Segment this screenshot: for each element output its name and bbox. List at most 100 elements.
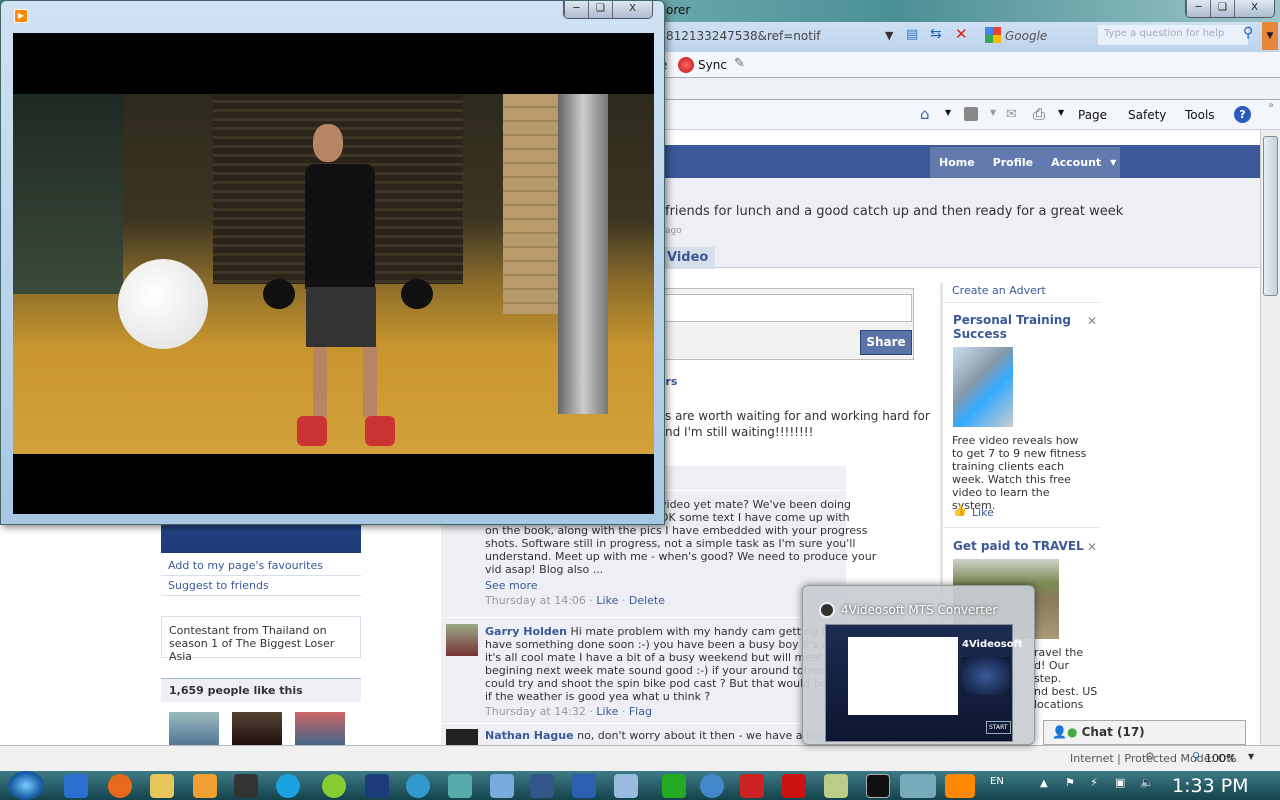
- zoom-icon[interactable]: ⚲: [1192, 750, 1200, 763]
- sync-button[interactable]: Sync: [698, 58, 727, 72]
- commenter-avatar[interactable]: [446, 624, 478, 656]
- help-icon[interactable]: ?: [1234, 106, 1251, 123]
- zoom-level[interactable]: 100%: [1205, 752, 1236, 765]
- likes-count[interactable]: 1,659 people like this: [161, 678, 361, 702]
- power-icon[interactable]: ⚡: [1090, 776, 1098, 789]
- skype-green-taskbar-icon[interactable]: [322, 774, 346, 798]
- app-taskbar-icon[interactable]: [824, 774, 848, 798]
- home-dropdown-icon[interactable]: ▼: [945, 108, 951, 117]
- skype-taskbar-icon[interactable]: [276, 774, 300, 798]
- action-center-icon[interactable]: ⚑: [1065, 776, 1075, 789]
- composer-input[interactable]: [650, 294, 912, 322]
- nav-profile[interactable]: Profile: [984, 156, 1042, 169]
- ad-image[interactable]: [953, 347, 1013, 427]
- close-ad-icon[interactable]: ✕: [1087, 314, 1097, 328]
- clock[interactable]: 1:33 PM: [1172, 775, 1249, 797]
- home-icon[interactable]: ⌂: [920, 105, 930, 123]
- app-taskbar-icon[interactable]: [662, 774, 686, 798]
- mail-icon[interactable]: ✉: [1006, 107, 1017, 122]
- cmd-taskbar-icon[interactable]: [866, 774, 890, 798]
- preview-pane: [962, 657, 1010, 695]
- suggest-friends-link[interactable]: Suggest to friends: [168, 579, 269, 592]
- print-icon[interactable]: ⎙: [1033, 105, 1045, 123]
- account-dropdown-icon[interactable]: ▼: [1110, 158, 1116, 167]
- feeds-dropdown-icon[interactable]: ▼: [990, 108, 996, 117]
- vertical-scrollbar[interactable]: [1260, 130, 1280, 745]
- filezilla-taskbar-icon[interactable]: [782, 774, 806, 798]
- browser-window-controls: ─ ❑ X: [1185, 0, 1275, 18]
- fan-avatar[interactable]: [232, 712, 282, 745]
- app-taskbar-icon[interactable]: [490, 774, 514, 798]
- app-taskbar-icon[interactable]: [740, 774, 764, 798]
- fan-avatar[interactable]: [169, 712, 219, 745]
- security-icon[interactable]: ⚙: [1145, 750, 1155, 763]
- tray-expand-icon[interactable]: ▲: [1040, 778, 1048, 789]
- mts-converter-taskbar-icon[interactable]: [900, 774, 936, 798]
- stop-icon[interactable]: ✕: [955, 25, 968, 43]
- feeds-icon[interactable]: [964, 107, 978, 121]
- address-bar[interactable]: 812133247538&ref=notif: [666, 29, 821, 43]
- pen-icon[interactable]: ✎: [734, 56, 745, 71]
- flag-link[interactable]: Flag: [629, 705, 652, 718]
- volume-icon[interactable]: 🔈: [1140, 776, 1154, 789]
- taskbar-thumbnail-preview[interactable]: 4Videosoft MTS Converter 4Videosoft STAR…: [802, 585, 1035, 745]
- photoshop-taskbar-icon[interactable]: [365, 774, 389, 798]
- help-search-input[interactable]: Type a question for help: [1098, 25, 1248, 45]
- commenter-avatar[interactable]: [446, 729, 478, 745]
- dumbbell: [263, 279, 295, 309]
- word-taskbar-icon[interactable]: [572, 774, 596, 798]
- calculator-taskbar-icon[interactable]: [614, 774, 638, 798]
- scrollbar-thumb[interactable]: [1263, 136, 1278, 296]
- ie-taskbar-icon[interactable]: [64, 774, 88, 798]
- video-area[interactable]: [13, 33, 654, 514]
- search-icon[interactable]: ⚲: [1243, 25, 1253, 41]
- thumbs-up-icon[interactable]: 👍: [953, 504, 967, 517]
- share-button[interactable]: Share: [860, 330, 912, 355]
- media-player-taskbar-icon[interactable]: [945, 774, 975, 798]
- add-favourites-link[interactable]: Add to my page's favourites: [168, 559, 323, 572]
- maximize-button[interactable]: ❑: [588, 1, 612, 18]
- minimize-button[interactable]: ─: [564, 1, 588, 18]
- ad-title[interactable]: Get paid to TRAVEL: [953, 539, 1084, 553]
- language-indicator[interactable]: EN: [990, 776, 1004, 787]
- app-taskbar-icon[interactable]: [700, 774, 724, 798]
- nav-home[interactable]: Home: [930, 156, 984, 169]
- chat-bar[interactable]: 👤● Chat (17): [1043, 720, 1246, 745]
- app-taskbar-icon[interactable]: [448, 774, 472, 798]
- ad-like-link[interactable]: Like: [972, 506, 994, 519]
- firefox-taskbar-icon[interactable]: [108, 774, 132, 798]
- tools-menu[interactable]: Tools: [1185, 108, 1215, 122]
- start-button[interactable]: [8, 771, 44, 800]
- nav-account[interactable]: Account: [1042, 156, 1110, 169]
- minimize-button[interactable]: ─: [1186, 0, 1210, 17]
- network-icon[interactable]: ▣: [1115, 776, 1125, 789]
- chevron-more-icon[interactable]: »: [1268, 100, 1274, 111]
- app-taskbar-icon[interactable]: [530, 774, 554, 798]
- clock-app-taskbar-icon[interactable]: [193, 774, 217, 798]
- app-taskbar-icon[interactable]: [406, 774, 430, 798]
- commenter-name[interactable]: Nathan Hague: [485, 729, 574, 742]
- zoom-dropdown-icon[interactable]: ▼: [1248, 752, 1254, 761]
- explorer-taskbar-icon[interactable]: [150, 774, 174, 798]
- refresh-icon[interactable]: ⇆: [930, 26, 942, 42]
- fan-avatar[interactable]: [295, 712, 345, 745]
- close-ad-icon[interactable]: ✕: [1087, 540, 1097, 554]
- close-button[interactable]: X: [1234, 0, 1274, 17]
- safety-menu[interactable]: Safety: [1128, 108, 1166, 122]
- help-dropdown-icon[interactable]: ▼: [1262, 22, 1278, 50]
- search-engine-label[interactable]: Google: [1005, 29, 1047, 43]
- like-link[interactable]: Like: [596, 705, 618, 718]
- maximize-button[interactable]: ❑: [1210, 0, 1234, 17]
- like-link[interactable]: Like: [596, 594, 618, 607]
- ad-title[interactable]: Personal Training Success: [953, 313, 1073, 341]
- address-dropdown-icon[interactable]: ▼: [885, 29, 893, 42]
- print-dropdown-icon[interactable]: ▼: [1058, 108, 1064, 117]
- delete-link[interactable]: Delete: [629, 594, 665, 607]
- close-button[interactable]: X: [612, 1, 652, 18]
- create-advert-link[interactable]: Create an Advert: [952, 284, 1046, 297]
- page-menu[interactable]: Page: [1078, 108, 1107, 122]
- app-taskbar-icon[interactable]: [234, 774, 258, 798]
- compat-view-icon[interactable]: ▤: [906, 27, 918, 42]
- commenter-name[interactable]: Garry Holden: [485, 625, 567, 638]
- see-more-link[interactable]: See more: [485, 579, 845, 592]
